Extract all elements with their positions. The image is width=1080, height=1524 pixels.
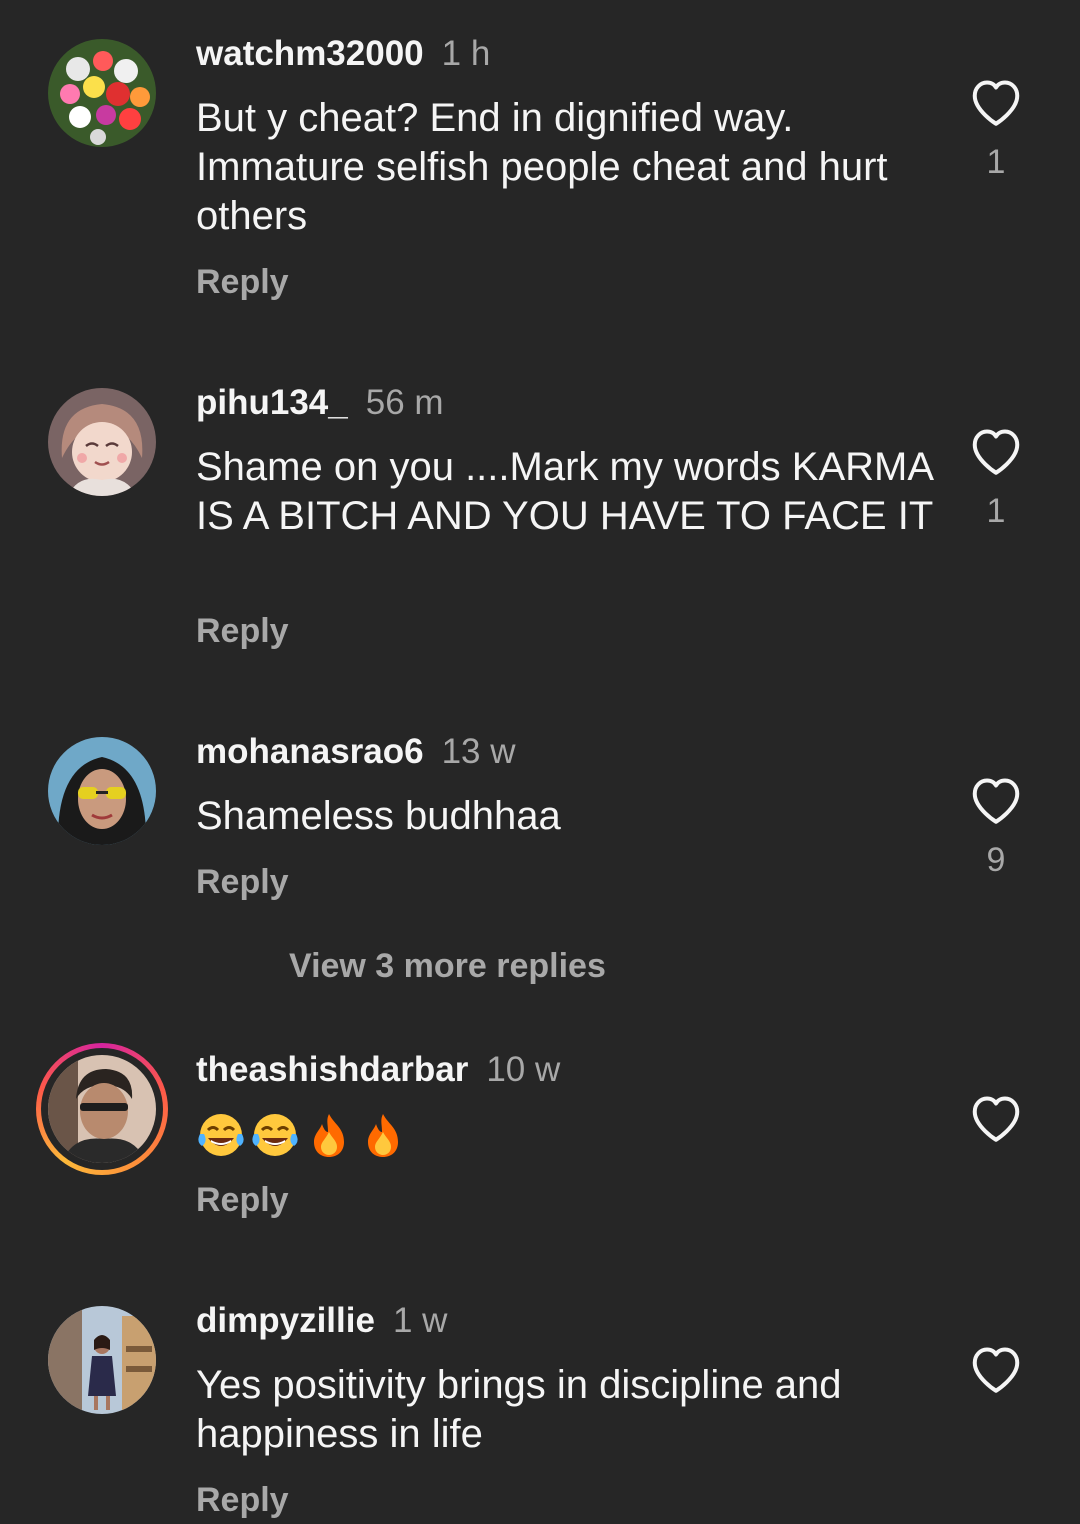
like-heart-icon[interactable] [966,1339,1026,1395]
comment-text: Shameless budhhaa [196,794,561,838]
face-with-tears-of-joy-icon [198,1114,244,1156]
timestamp: 1 h [441,34,491,73]
comment-meta: pihu134_ 56 m [196,383,444,423]
comment-meta: watchm32000 1 h [196,34,490,74]
comment-meta: theashishdarbar 10 w [196,1050,560,1090]
like-count: 9 [986,841,1006,879]
like-heart-icon[interactable] [966,1088,1026,1144]
comment-text: Shame on you ....Mark my words KARMA IS … [196,445,934,538]
like-heart-icon[interactable] [966,72,1026,128]
timestamp: 1 w [392,1301,448,1340]
emoji-row [196,1110,408,1162]
reply-button[interactable]: Reply [196,1180,289,1220]
reply-button[interactable]: Reply [196,1480,289,1520]
fire-icon [314,1114,344,1157]
fire-icon [368,1114,398,1157]
flower-bouquet-avatar[interactable] [48,39,156,147]
like-heart-icon[interactable] [966,421,1026,477]
like-count: 1 [986,492,1006,530]
comment-text: Yes positivity brings in discipline and … [196,1363,842,1456]
reply-button[interactable]: Reply [196,611,289,651]
username[interactable]: dimpyzillie [196,1301,375,1340]
comment-meta: mohanasrao6 13 w [196,732,516,772]
username[interactable]: pihu134_ [196,383,348,422]
username[interactable]: theashishdarbar [196,1050,468,1089]
username[interactable]: mohanasrao6 [196,732,424,771]
story-ring[interactable] [36,1043,168,1175]
timestamp: 10 w [486,1050,561,1089]
timestamp: 56 m [365,383,444,422]
like-heart-icon[interactable] [966,770,1026,826]
woman-standing-avatar[interactable] [48,1306,156,1414]
anime-girl-avatar[interactable] [48,388,156,496]
like-count: 1 [986,143,1006,181]
comments-page: watchm32000 1 h But y cheat? End in digni… [0,0,1080,1524]
face-with-tears-of-joy-icon [252,1114,298,1156]
comment-meta: dimpyzillie 1 w [196,1301,447,1341]
view-more-replies-button[interactable]: View 3 more replies [289,946,606,986]
reply-button[interactable]: Reply [196,862,289,902]
comment-text: But y cheat? End in dignified way. Immat… [196,96,888,238]
timestamp: 13 w [441,732,516,771]
woman-sunglasses-avatar[interactable] [48,737,156,845]
reply-button[interactable]: Reply [196,262,289,302]
man-glasses-avatar[interactable] [48,1055,156,1163]
username[interactable]: watchm32000 [196,34,424,73]
